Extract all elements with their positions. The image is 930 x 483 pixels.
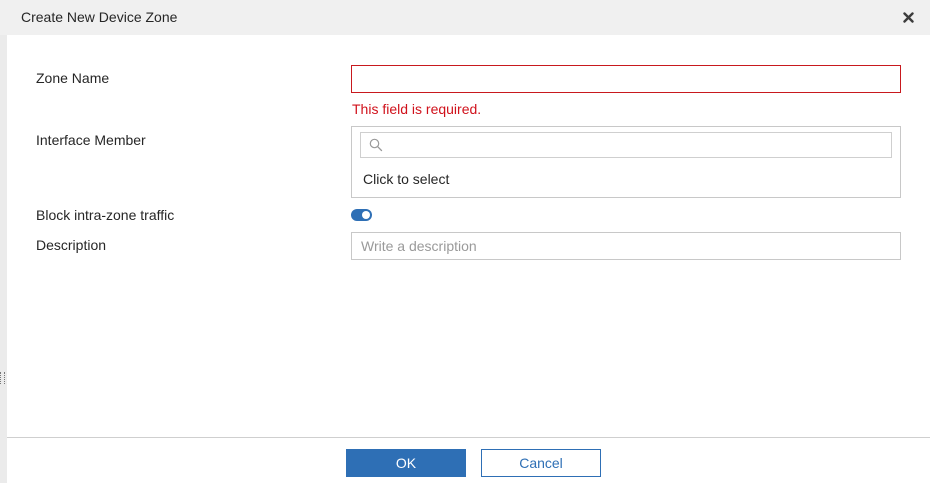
description-placeholder: Write a description	[361, 238, 477, 254]
click-to-select-prompt[interactable]: Click to select	[363, 171, 449, 187]
interface-member-selector[interactable]: Click to select	[351, 126, 901, 198]
zone-name-input[interactable]	[351, 65, 901, 93]
zone-name-error: This field is required.	[352, 101, 482, 117]
block-intra-zone-label: Block intra-zone traffic	[36, 207, 175, 223]
search-icon	[369, 138, 383, 152]
description-label: Description	[36, 237, 107, 253]
interface-member-search-input[interactable]	[360, 132, 892, 158]
dialog-title: Create New Device Zone	[21, 9, 178, 25]
block-intra-zone-toggle[interactable]	[351, 209, 372, 221]
interface-member-label: Interface Member	[36, 132, 146, 148]
resize-grip-icon[interactable]	[0, 372, 5, 384]
dialog-footer: OK Cancel	[7, 437, 930, 483]
cancel-button[interactable]: Cancel	[481, 449, 601, 477]
description-input[interactable]: Write a description	[351, 232, 901, 260]
create-device-zone-dialog: Create New Device Zone Zone Name This fi…	[0, 0, 930, 483]
zone-name-label: Zone Name	[36, 70, 110, 86]
ok-button[interactable]: OK	[346, 449, 466, 477]
close-icon[interactable]	[900, 9, 916, 25]
toggle-knob	[362, 211, 370, 219]
dialog-titlebar: Create New Device Zone	[0, 0, 930, 35]
